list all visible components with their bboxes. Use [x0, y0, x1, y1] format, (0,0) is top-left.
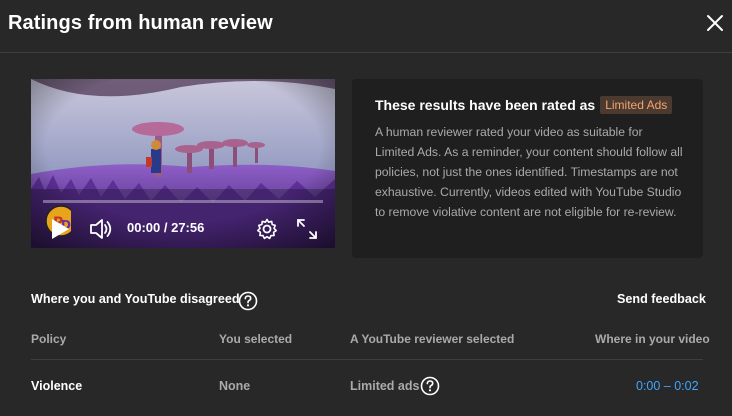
volume-icon: [90, 219, 112, 239]
column-header-reviewer-selected: A YouTube reviewer selected: [350, 332, 515, 346]
time-display: 00:00 / 27:56: [127, 220, 205, 235]
help-icon: [238, 291, 258, 311]
dialog-header: Ratings from human review: [0, 0, 732, 53]
play-button[interactable]: [47, 216, 73, 242]
close-button[interactable]: [700, 8, 730, 38]
row-you-selected: None: [219, 379, 251, 393]
volume-button[interactable]: [89, 217, 113, 241]
review-dialog: Ratings from human review D 00:00 / 27:5…: [0, 0, 732, 416]
play-icon: [52, 219, 69, 239]
settings-button[interactable]: [255, 217, 279, 241]
fullscreen-icon: [297, 219, 317, 239]
gear-icon: [257, 218, 277, 240]
progress-bar[interactable]: [43, 200, 323, 203]
column-header-policy: Policy: [31, 332, 67, 346]
rating-info-panel: These results have been rated as Limited…: [352, 79, 703, 258]
column-header-you-selected: You selected: [219, 332, 293, 346]
dialog-title: Ratings from human review: [8, 12, 273, 34]
row-timestamp-link[interactable]: 0:00 – 0:02: [636, 379, 699, 393]
disagreement-title: Where you and YouTube disagreed: [31, 292, 240, 306]
disagreement-help-button[interactable]: [238, 291, 258, 311]
fullscreen-button[interactable]: [295, 217, 319, 241]
table-divider: [31, 359, 703, 360]
rating-heading-row: These results have been rated as Limited…: [375, 96, 673, 114]
column-header-where: Where in your video: [595, 332, 710, 346]
video-player[interactable]: P D 00:00 / 27:56: [31, 79, 335, 248]
row-policy: Violence: [31, 379, 83, 393]
row-reviewer-selected: Limited ads: [350, 379, 420, 393]
help-icon: [420, 376, 440, 396]
send-feedback-link[interactable]: Send feedback: [617, 292, 706, 306]
row-help-button[interactable]: [420, 376, 440, 396]
rating-badge: Limited Ads: [600, 96, 673, 114]
rating-heading: These results have been rated as: [375, 97, 596, 113]
close-icon: [707, 15, 723, 31]
rating-description: A human reviewer rated your video as sui…: [375, 125, 683, 219]
